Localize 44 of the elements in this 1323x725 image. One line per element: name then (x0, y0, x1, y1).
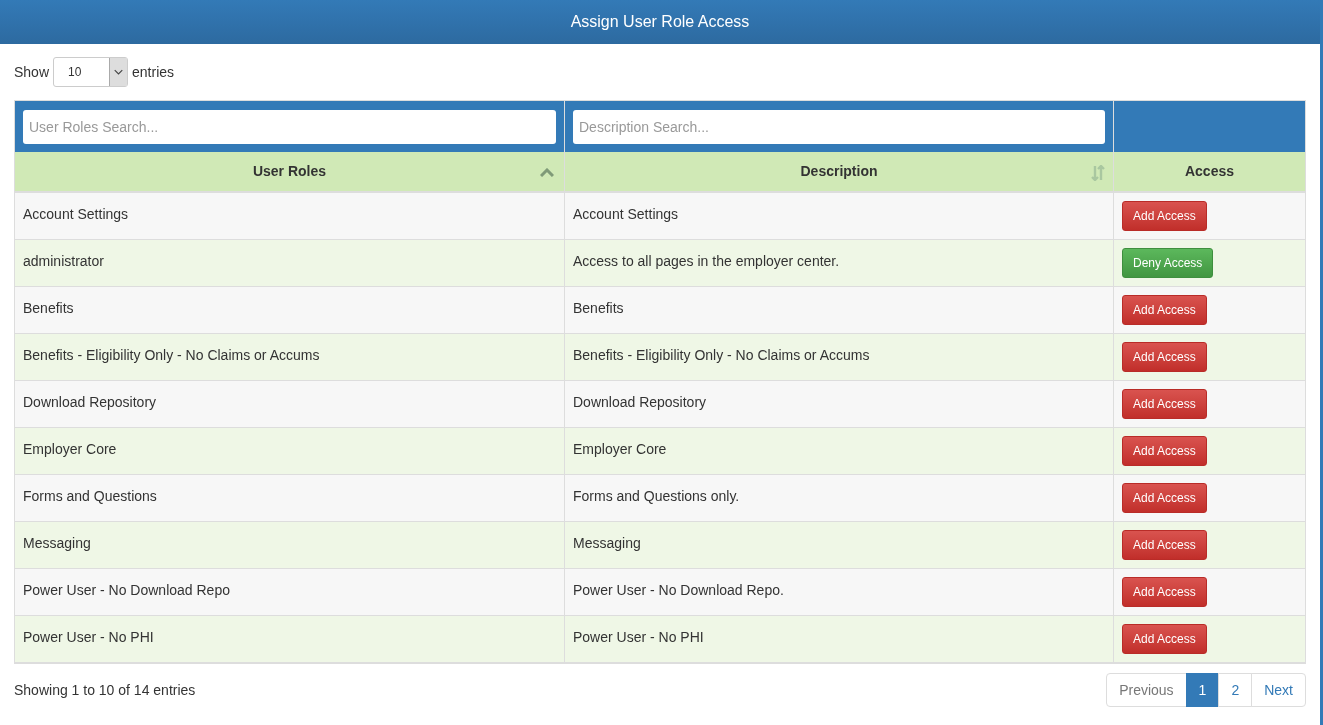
table-cell: Benefits - Eligibility Only - No Claims or Accums (573, 347, 870, 363)
entries-info: Showing 1 to 10 of 14 entries (14, 680, 196, 700)
table-cell: Power User - No PHI (573, 629, 704, 645)
table-cell: Messaging (573, 535, 641, 551)
table-cell: Account Settings (573, 206, 679, 222)
add-access-button[interactable]: Add Access (1122, 483, 1207, 513)
table-cell: Download Repository (23, 394, 157, 410)
pagination-button[interactable]: Next (1251, 673, 1306, 707)
search-field[interactable]: User Roles Search... (23, 109, 556, 144)
pagination-button[interactable]: 2 (1218, 673, 1253, 707)
table-cell: Messaging (23, 535, 91, 551)
chevron-down-icon (109, 58, 128, 86)
column-header[interactable]: User Roles (252, 161, 327, 182)
table-cell: administrator (23, 253, 104, 269)
column-header: Access (1184, 162, 1234, 181)
table-cell: Employer Core (573, 441, 667, 457)
entries-select[interactable]: 10 (53, 57, 129, 87)
pagination-button[interactable]: 1 (1185, 673, 1220, 707)
table-cell: Download Repository (573, 394, 707, 410)
add-access-button[interactable]: Add Access (1122, 342, 1207, 372)
search-field[interactable]: Description Search... (573, 109, 1105, 144)
table-cell: Forms and Questions (23, 488, 157, 504)
table-cell: Power User - No Download Repo. (573, 582, 784, 598)
table-cell: Access to all pages in the employer center. (573, 253, 840, 269)
window-title: Assign User Role Access (0, 0, 1320, 44)
add-access-button[interactable]: Add Access (1122, 389, 1207, 419)
deny-access-button[interactable]: Deny Access (1122, 248, 1214, 278)
add-access-button[interactable]: Add Access (1122, 577, 1207, 607)
table-cell: Account Settings (23, 206, 129, 222)
table-cell: Power User - No PHI (23, 629, 154, 645)
table-cell: Forms and Questions only. (573, 488, 740, 504)
table-cell: Power User - No Download Repo (23, 582, 230, 598)
table-cell: Benefits (573, 300, 624, 316)
column-header[interactable]: Description (800, 161, 878, 182)
add-access-button[interactable]: Add Access (1122, 295, 1207, 325)
add-access-button[interactable]: Add Access (1122, 530, 1207, 560)
add-access-button[interactable]: Add Access (1122, 201, 1207, 231)
show-label: Show (14, 62, 50, 82)
table-cell: Employer Core (23, 441, 117, 457)
table-cell: Benefits - Eligibility Only - No Claims or Accums (23, 347, 320, 363)
add-access-button[interactable]: Add Access (1122, 436, 1207, 466)
entries-label: entries (132, 62, 175, 82)
add-access-button[interactable]: Add Access (1122, 624, 1207, 654)
table-cell: Benefits (23, 300, 74, 316)
